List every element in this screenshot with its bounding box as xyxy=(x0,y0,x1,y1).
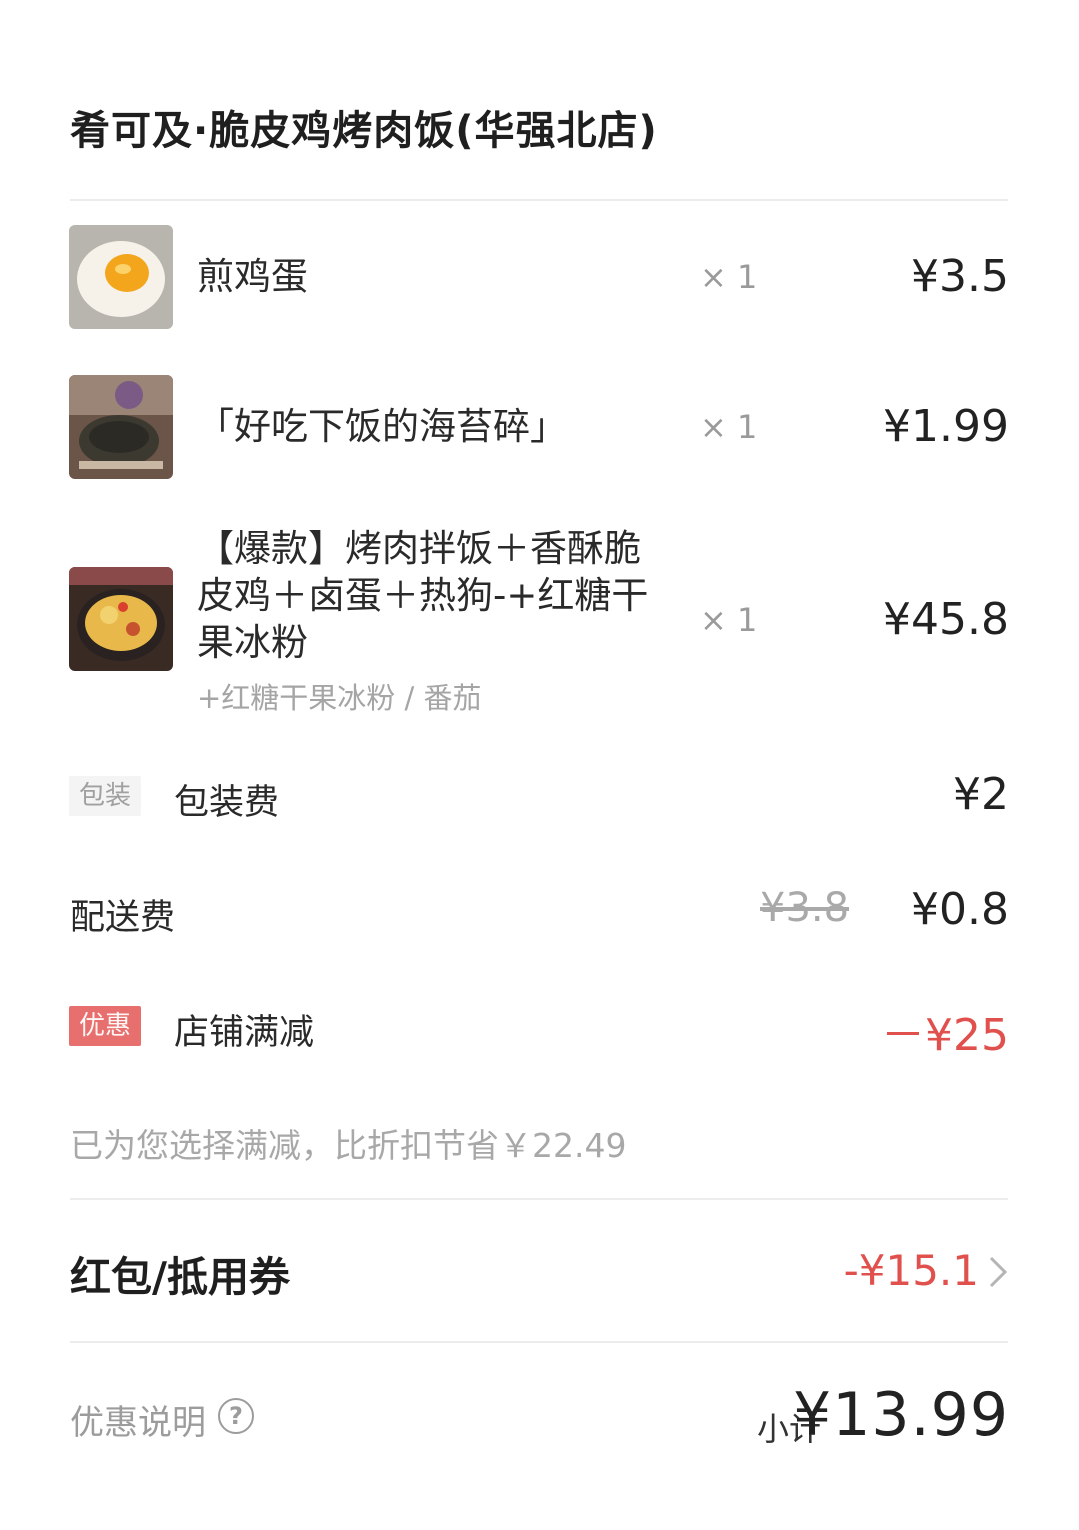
discount-hint: 已为您选择满减，比折扣节省￥22.49 xyxy=(70,1126,627,1165)
item-price: ¥3.5 xyxy=(911,251,1009,302)
item-name-line: 果冰粉 xyxy=(197,621,308,664)
item-qty: × 1 xyxy=(700,258,758,296)
item-name-line: 皮鸡＋卤蛋＋热狗-+红糖干 xyxy=(197,574,649,617)
coupon-label[interactable]: 红包/抵用券 xyxy=(70,1243,290,1303)
packaging-price: ¥2 xyxy=(953,769,1009,820)
rice-bowl-image xyxy=(69,567,173,671)
coupon-amount[interactable]: -¥15.1 xyxy=(844,1246,979,1295)
discount-tag: 优惠 xyxy=(69,1006,142,1046)
divider xyxy=(70,1341,1008,1343)
delivery-price: ¥0.8 xyxy=(911,884,1009,935)
item-qty: × 1 xyxy=(700,601,758,639)
item-name-line: 【爆款】烤肉拌饭＋香酥脆 xyxy=(197,527,641,570)
store-name[interactable]: 肴可及·脆皮鸡烤肉饭(华强北店) xyxy=(70,98,658,156)
divider xyxy=(70,199,1008,201)
discount-label: 店铺满减 xyxy=(174,1013,315,1053)
divider xyxy=(70,1198,1008,1200)
fried-egg-image xyxy=(69,225,173,329)
item-price: ¥1.99 xyxy=(883,401,1009,452)
chevron-right-icon[interactable] xyxy=(985,1252,1011,1292)
item-qty: × 1 xyxy=(700,408,758,446)
seaweed-image xyxy=(69,375,173,479)
item-name: 煎鸡蛋 xyxy=(197,255,308,298)
packaging-tag: 包装 xyxy=(69,776,142,816)
subtotal-amount: ¥13.99 xyxy=(793,1380,1009,1450)
item-spec: +红糖干果冰粉 / 番茄 xyxy=(197,681,482,715)
item-name: 「好吃下饭的海苔碎」 xyxy=(197,405,567,448)
item-price: ¥45.8 xyxy=(883,594,1009,645)
delivery-original-price: ¥3.8 xyxy=(760,885,850,931)
help-icon[interactable]: ? xyxy=(218,1398,254,1434)
discount-amount: －¥25 xyxy=(881,1010,1009,1061)
discount-explanation-link[interactable]: 优惠说明 xyxy=(70,1395,206,1444)
delivery-label: 配送费 xyxy=(70,898,176,938)
packaging-label: 包装费 xyxy=(174,783,280,823)
